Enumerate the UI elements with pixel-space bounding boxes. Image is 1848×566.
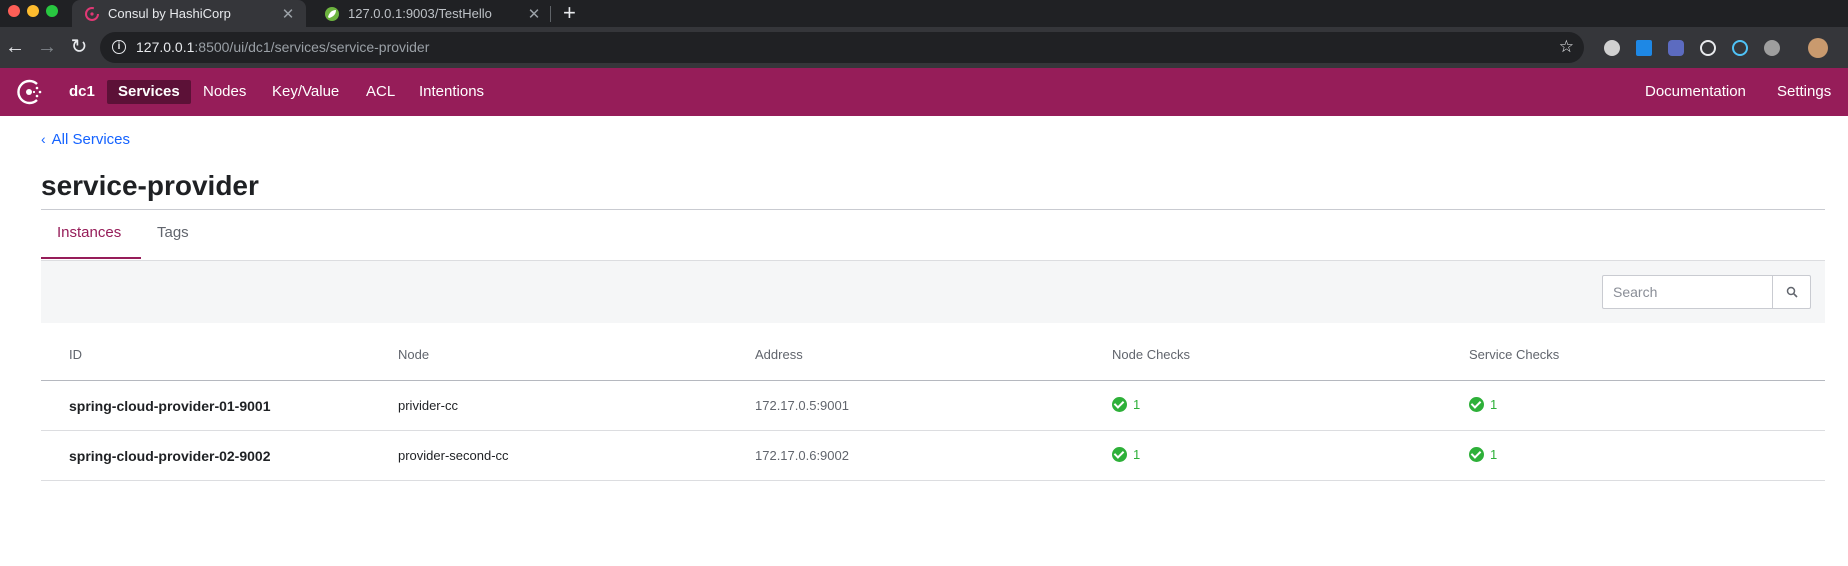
passing-check-icon xyxy=(1112,446,1127,462)
close-tab-icon[interactable]: ✕ xyxy=(278,5,298,23)
tab-instances[interactable]: Instances xyxy=(57,224,121,241)
tab-title: Consul by HashiCorp xyxy=(108,6,231,21)
extension-icon[interactable] xyxy=(1764,40,1780,56)
consul-favicon-icon xyxy=(84,6,100,22)
instance-address: 172.17.0.6:9002 xyxy=(755,430,1112,481)
nav-key-value[interactable]: Key/Value xyxy=(261,80,350,104)
node-checks-cell: 1 xyxy=(1112,430,1469,481)
close-window-button[interactable] xyxy=(8,5,20,17)
back-arrow-icon[interactable]: ← xyxy=(4,36,26,58)
node-checks-count: 1 xyxy=(1133,446,1141,462)
column-header-node[interactable]: Node xyxy=(398,347,755,381)
nav-intentions[interactable]: Intentions xyxy=(408,80,495,104)
passing-check-icon xyxy=(1112,396,1127,412)
browser-tab-testhello[interactable]: 127.0.0.1:9003/TestHello ✕ xyxy=(312,0,552,27)
browser-tab-bar: Consul by HashiCorp ✕ 127.0.0.1:9003/Tes… xyxy=(0,0,1848,27)
extension-icon[interactable] xyxy=(1636,40,1652,56)
breadcrumb-all-services[interactable]: All Services xyxy=(52,131,130,148)
instance-address: 172.17.0.5:9001 xyxy=(755,380,1112,431)
nav-settings[interactable]: Settings xyxy=(1766,80,1842,104)
browser-tab-consul[interactable]: Consul by HashiCorp ✕ xyxy=(72,0,306,27)
react-devtools-icon[interactable] xyxy=(1732,40,1748,56)
column-header-node-checks[interactable]: Node Checks xyxy=(1112,347,1469,381)
column-header-service-checks[interactable]: Service Checks xyxy=(1469,347,1825,381)
breadcrumb[interactable]: ‹ All Services xyxy=(41,131,130,148)
active-tab-indicator xyxy=(41,257,141,259)
site-info-icon[interactable]: i xyxy=(112,40,126,54)
new-tab-icon[interactable]: + xyxy=(563,1,576,25)
nav-documentation[interactable]: Documentation xyxy=(1634,80,1757,104)
spring-leaf-icon xyxy=(324,6,340,22)
service-checks-count: 1 xyxy=(1490,446,1498,462)
tab-title: 127.0.0.1:9003/TestHello xyxy=(348,6,492,21)
instance-node[interactable]: privider-cc xyxy=(398,380,755,431)
nav-services[interactable]: Services xyxy=(107,80,191,104)
forward-arrow-icon[interactable]: → xyxy=(36,36,58,58)
search-icon xyxy=(1786,286,1798,298)
reload-icon[interactable]: ↻ xyxy=(68,36,90,58)
address-bar[interactable]: i 127.0.0.1:8500/ui/dc1/services/service… xyxy=(100,32,1584,63)
service-checks-cell: 1 xyxy=(1469,380,1825,431)
instance-id[interactable]: spring-cloud-provider-02-9002 xyxy=(41,430,398,481)
service-checks-cell: 1 xyxy=(1469,430,1825,481)
tab-separator xyxy=(550,6,551,22)
search-input[interactable] xyxy=(1603,276,1793,308)
passing-check-icon xyxy=(1469,396,1484,412)
search-button[interactable] xyxy=(1772,276,1810,308)
bookmark-star-icon[interactable]: ☆ xyxy=(1559,37,1574,57)
instance-id[interactable]: spring-cloud-provider-01-9001 xyxy=(41,380,398,431)
table-row[interactable]: spring-cloud-provider-02-9002 provider-s… xyxy=(41,430,1825,481)
tab-tags[interactable]: Tags xyxy=(157,224,189,241)
datacenter-selector[interactable]: dc1 xyxy=(58,80,106,104)
maximize-window-button[interactable] xyxy=(46,5,58,17)
extension-icon[interactable] xyxy=(1668,40,1684,56)
page-title: service-provider xyxy=(41,170,259,201)
url-text[interactable]: 127.0.0.1:8500/ui/dc1/services/service-p… xyxy=(136,39,429,55)
node-checks-cell: 1 xyxy=(1112,380,1469,431)
instances-table: ID Node Address Node Checks Service Chec… xyxy=(41,347,1825,481)
tab-bar: Instances Tags xyxy=(41,210,1825,261)
column-header-id[interactable]: ID xyxy=(41,347,398,381)
extension-icon[interactable] xyxy=(1604,40,1620,56)
close-tab-icon[interactable]: ✕ xyxy=(524,5,544,23)
consul-top-nav: dc1 Services Nodes Key/Value ACL Intenti… xyxy=(0,68,1848,116)
chevron-left-icon: ‹ xyxy=(41,131,46,147)
column-header-address[interactable]: Address xyxy=(755,347,1112,381)
minimize-window-button[interactable] xyxy=(27,5,39,17)
service-checks-count: 1 xyxy=(1490,396,1498,412)
table-row[interactable]: spring-cloud-provider-01-9001 privider-c… xyxy=(41,380,1825,431)
nav-nodes[interactable]: Nodes xyxy=(192,80,257,104)
filter-bar xyxy=(41,261,1825,323)
search-box xyxy=(1602,275,1811,309)
nav-acl[interactable]: ACL xyxy=(355,80,406,104)
instance-node[interactable]: provider-second-cc xyxy=(398,430,755,481)
consul-logo-icon[interactable] xyxy=(16,78,44,106)
passing-check-icon xyxy=(1469,446,1484,462)
node-checks-count: 1 xyxy=(1133,396,1141,412)
browser-toolbar: ← → ↻ i 127.0.0.1:8500/ui/dc1/services/s… xyxy=(0,27,1848,68)
profile-avatar[interactable] xyxy=(1808,38,1828,58)
extension-icon[interactable] xyxy=(1700,40,1716,56)
table-header-row: ID Node Address Node Checks Service Chec… xyxy=(41,347,1825,381)
